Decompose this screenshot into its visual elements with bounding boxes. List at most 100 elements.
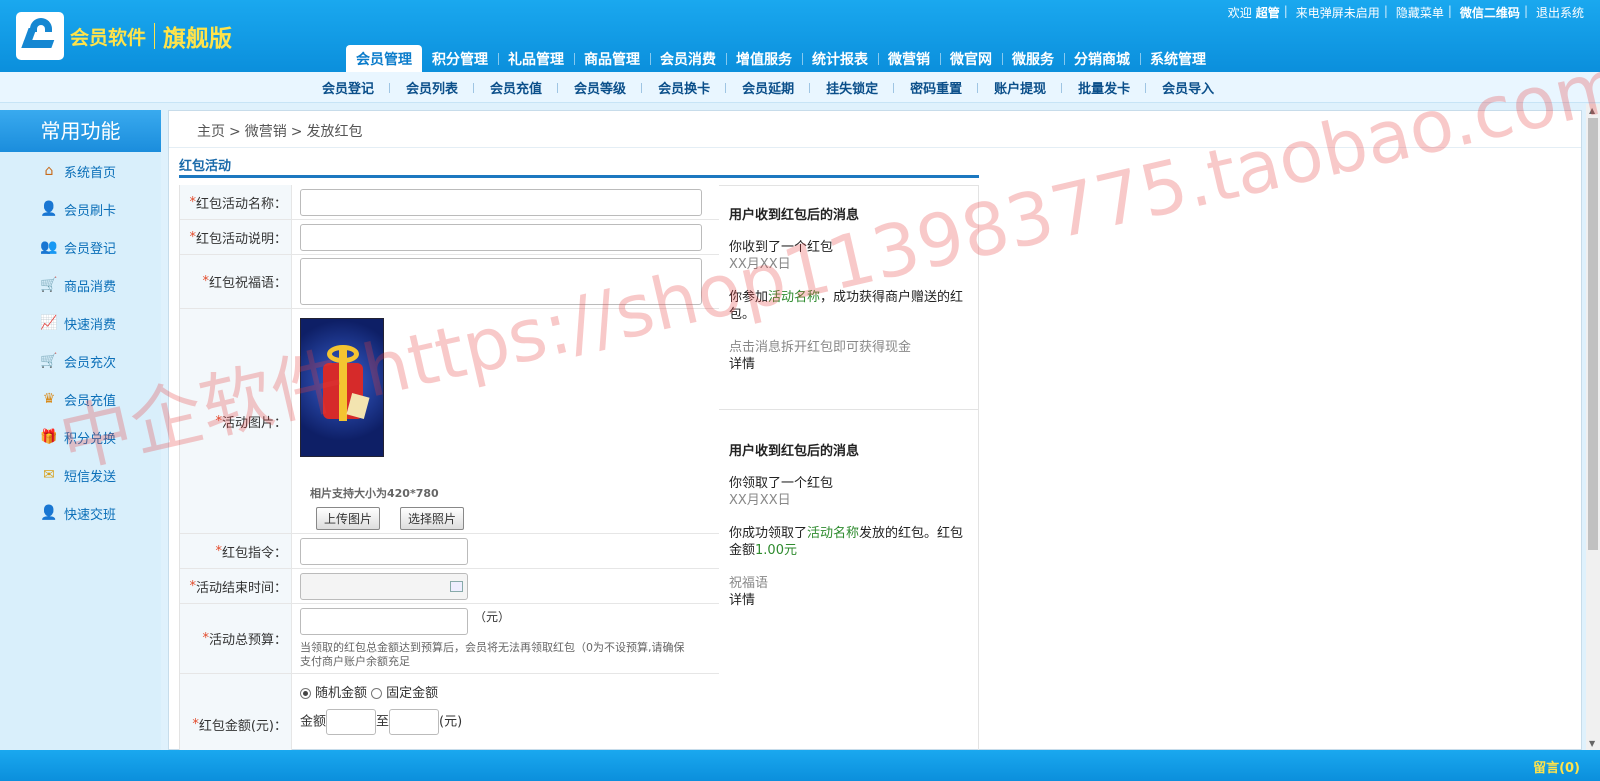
home-icon: ⌂	[44, 163, 54, 179]
gift-icon: 🎁	[40, 429, 58, 445]
message-link[interactable]: 留言(0)	[1533, 757, 1580, 776]
subnav-withdraw[interactable]: 账户提现	[978, 78, 1063, 97]
budget-note-2: 支付商户账户余额充足	[300, 655, 410, 668]
sidebar-item-card-swipe[interactable]: 👤 会员刷卡	[0, 190, 161, 228]
sidebar: 常用功能 ⌂ 系统首页 👤 会员刷卡 👥 会员登记 🛒 商品消费 📈 快速消费 🛒 会员充次…	[0, 110, 161, 750]
fixed-amount-radio[interactable]	[371, 688, 383, 699]
sidebar-item-points-exchange[interactable]: 🎁 积分兑换	[0, 418, 161, 456]
sidebar-item-recharge[interactable]: ♛ 会员充值	[0, 380, 161, 418]
breadcrumb-current: 发放红包	[306, 124, 363, 140]
logo-name: 会员软件	[70, 26, 147, 49]
nav-distribution-mall[interactable]: 分销商城	[1064, 45, 1141, 72]
activity-desc-input[interactable]	[300, 223, 702, 251]
budget-label: * 活动总预算：	[180, 604, 292, 673]
budget-note-1: 当领取的红包总金额达到预算后，会员将无法再领取红包（0为不设预算,请确保	[300, 641, 685, 654]
preview-received: 用户收到红包后的消息 你收到了一个红包 XX月XX日 你参加活动名称，成功获得商户…	[719, 204, 978, 373]
scrollbar-thumb[interactable]	[1588, 118, 1598, 550]
top-links: 欢迎 超管 | 来电弹屏未启用 | 隐藏菜单 | 微信二维码 | 退出系统	[1227, 4, 1584, 21]
popup-status-link[interactable]: 来电弹屏未启用	[1296, 4, 1380, 21]
wechat-qr-link[interactable]: 微信二维码	[1460, 4, 1520, 21]
nav-member-consumption[interactable]: 会员消费	[650, 45, 727, 72]
sidebar-item-home[interactable]: ⌂ 系统首页	[0, 152, 161, 190]
cart-icon: 🛒	[40, 277, 58, 293]
detail-link-1[interactable]: 详情	[729, 356, 968, 373]
nav-micro-marketing[interactable]: 微营销	[878, 45, 941, 72]
breadcrumb-micro-marketing[interactable]: 微营销	[245, 124, 287, 140]
nav-micro-website[interactable]: 微官网	[940, 45, 1003, 72]
nav-system-management[interactable]: 系统管理	[1140, 45, 1216, 72]
wish-textarea[interactable]	[300, 258, 702, 305]
crown-icon: ♛	[42, 391, 56, 407]
budget-input[interactable]	[300, 608, 468, 635]
breadcrumb: 主页 > 微营销 > 发放红包	[197, 124, 363, 140]
random-amount-label: 随机金额	[315, 686, 368, 701]
subnav-password-reset[interactable]: 密码重置	[894, 78, 979, 97]
end-time-label: * 活动结束时间：	[180, 569, 292, 603]
fixed-amount-label: 固定金额	[386, 686, 439, 701]
sidebar-item-product-consume[interactable]: 🛒 商品消费	[0, 266, 161, 304]
random-amount-radio[interactable]	[300, 688, 311, 699]
activity-image	[300, 318, 384, 457]
scrollbar[interactable]: ▲ ▼	[1586, 104, 1600, 750]
sidebar-item-handover[interactable]: 👤 快速交班	[0, 494, 161, 532]
end-time-input[interactable]	[300, 572, 468, 600]
amount-min-input[interactable]	[326, 709, 377, 735]
section-title: 红包活动	[179, 159, 232, 174]
member-card-icon: 👤	[40, 201, 58, 217]
nav-reports[interactable]: 统计报表	[802, 45, 879, 72]
image-size-hint: 相片支持大小为420*780	[310, 487, 439, 500]
nav-value-added[interactable]: 增值服务	[726, 45, 803, 72]
sidebar-title: 常用功能	[0, 110, 161, 152]
header: 会员软件 旗舰版 欢迎 超管 | 来电弹屏未启用 | 隐藏菜单 | 微信二维码 …	[0, 0, 1600, 72]
choose-photo-button[interactable]: 选择照片	[400, 507, 465, 530]
sidebar-item-quick-consume[interactable]: 📈 快速消费	[0, 304, 161, 342]
budget-unit: （元）	[474, 610, 511, 624]
detail-link-2[interactable]: 详情	[729, 592, 968, 609]
breadcrumb-home[interactable]: 主页	[197, 124, 225, 140]
mail-icon: ✉	[43, 467, 55, 483]
logout-link[interactable]: 退出系统	[1536, 4, 1584, 21]
sidebar-item-recharge-count[interactable]: 🛒 会员充次	[0, 342, 161, 380]
amount-max-input[interactable]	[389, 709, 440, 735]
subnav-member-register[interactable]: 会员登记	[306, 78, 391, 97]
sub-nav: 会员登记 会员列表 会员充值 会员等级 会员换卡 会员延期 挂失锁定 密码重置 …	[0, 72, 1600, 103]
chart-icon: 📈	[40, 315, 58, 331]
subnav-member-list[interactable]: 会员列表	[390, 78, 475, 97]
subnav-batch-card[interactable]: 批量发卡	[1062, 78, 1147, 97]
subnav-loss-lock[interactable]: 挂失锁定	[810, 78, 895, 97]
footer: 留言(0)	[0, 750, 1600, 781]
red-packet-form: * 红包活动名称： * 红包活动说明： * 红包祝福语： * 活动图片： 相片支持大小为…	[179, 185, 719, 774]
cart-count-icon: 🛒	[40, 353, 58, 369]
main-content: 主页 > 微营销 > 发放红包 红包活动 * 红包活动名称： * 红包活动说明： * 红包祝福…	[168, 110, 1582, 774]
subnav-card-change[interactable]: 会员换卡	[642, 78, 727, 97]
sidebar-item-register[interactable]: 👥 会员登记	[0, 228, 161, 266]
desc-label: * 红包活动说明：	[180, 220, 292, 254]
preview-claimed: 用户收到红包后的消息 你领取了一个红包 XX月XX日 你成功领取了活动名称发放的红…	[719, 410, 978, 609]
upload-image-button[interactable]: 上传图片	[316, 507, 381, 530]
nav-points-management[interactable]: 积分管理	[422, 45, 499, 72]
handover-icon: 👤	[40, 505, 58, 521]
user-add-icon: 👥	[40, 239, 58, 255]
logo-edition: 旗舰版	[163, 26, 233, 52]
user-name[interactable]: 超管	[1256, 4, 1280, 21]
logo: 会员软件 旗舰版	[16, 12, 232, 60]
nav-member-management[interactable]: 会员管理	[346, 45, 422, 72]
main-nav: 会员管理 积分管理 礼品管理 商品管理 会员消费 增值服务 统计报表 微营销 微…	[346, 45, 1216, 72]
nav-product-management[interactable]: 商品管理	[574, 45, 651, 72]
nav-micro-service[interactable]: 微服务	[1002, 45, 1065, 72]
logo-icon	[16, 12, 64, 60]
subnav-member-recharge[interactable]: 会员充值	[474, 78, 559, 97]
image-label: * 活动图片：	[180, 309, 292, 533]
activity-name-input[interactable]	[300, 188, 702, 216]
subnav-member-level[interactable]: 会员等级	[558, 78, 643, 97]
wish-label: * 红包祝福语：	[180, 255, 292, 308]
command-input[interactable]	[300, 537, 468, 565]
calendar-icon[interactable]	[450, 580, 463, 592]
subnav-member-extend[interactable]: 会员延期	[726, 78, 811, 97]
subnav-member-import[interactable]: 会员导入	[1146, 78, 1230, 97]
name-label: * 红包活动名称：	[180, 185, 292, 219]
message-preview: 用户收到红包后的消息 你收到了一个红包 XX月XX日 你参加活动名称，成功获得商户…	[719, 185, 979, 755]
sidebar-item-sms[interactable]: ✉ 短信发送	[0, 456, 161, 494]
hide-menu-link[interactable]: 隐藏菜单	[1396, 4, 1444, 21]
nav-gift-management[interactable]: 礼品管理	[498, 45, 575, 72]
